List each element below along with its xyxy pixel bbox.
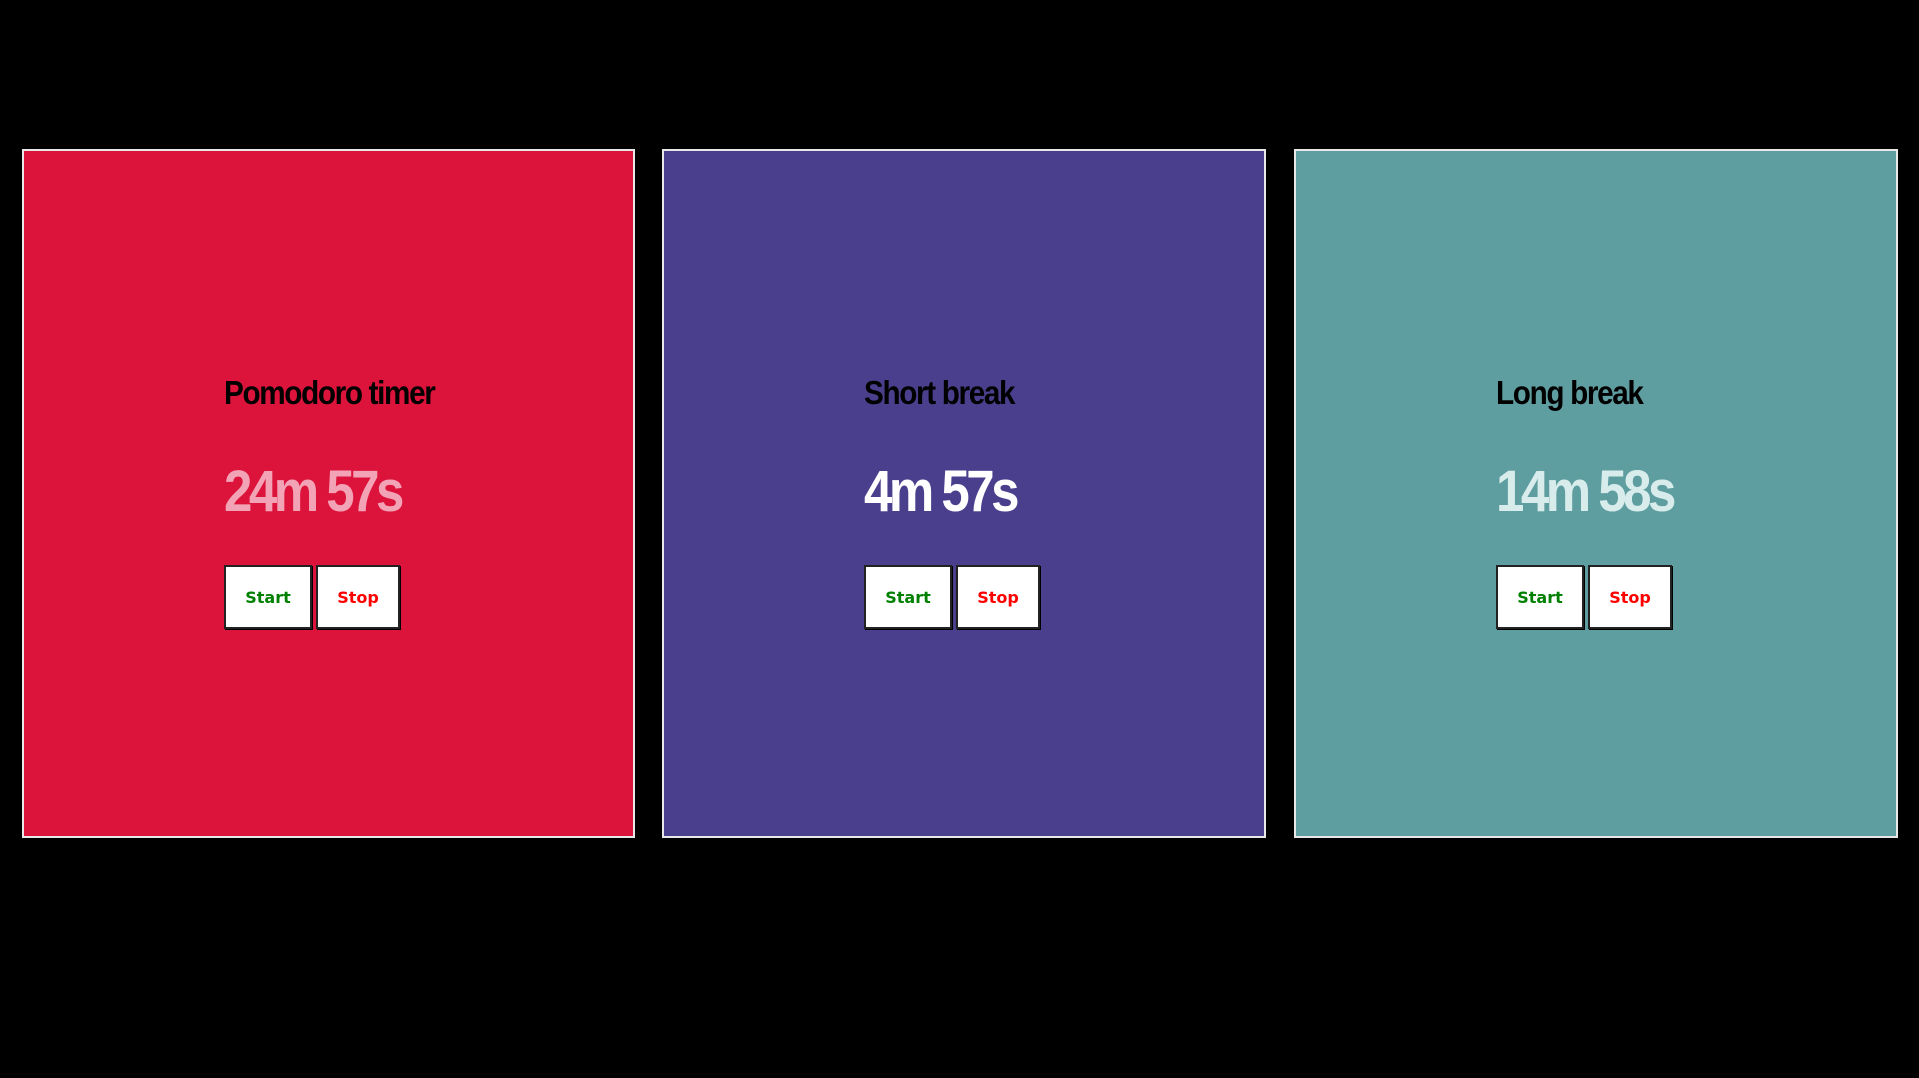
countdown-display: 14m 58s bbox=[1496, 459, 1676, 524]
start-button[interactable]: Start bbox=[224, 565, 312, 629]
panel-content: Pomodoro timer 24m 57s Start Stop bbox=[224, 373, 458, 629]
panel-title: Long break bbox=[1496, 374, 1644, 411]
panel-title: Pomodoro timer bbox=[224, 374, 436, 411]
countdown-display: 4m 57s bbox=[864, 459, 1020, 524]
stop-button[interactable]: Stop bbox=[1588, 565, 1672, 629]
button-row: Start Stop bbox=[224, 565, 458, 629]
countdown-display: 24m 57s bbox=[224, 459, 404, 524]
long-break-panel: Long break 14m 58s Start Stop bbox=[1294, 149, 1898, 838]
start-button[interactable]: Start bbox=[864, 565, 952, 629]
stop-button[interactable]: Stop bbox=[956, 565, 1040, 629]
pomodoro-timer-panel: Pomodoro timer 24m 57s Start Stop bbox=[22, 149, 635, 838]
start-button[interactable]: Start bbox=[1496, 565, 1584, 629]
stop-button[interactable]: Stop bbox=[316, 565, 400, 629]
panel-content: Short break 4m 57s Start Stop bbox=[864, 373, 1040, 629]
panel-content: Long break 14m 58s Start Stop bbox=[1496, 373, 1697, 629]
panel-title: Short break bbox=[864, 374, 1016, 411]
timer-board: Pomodoro timer 24m 57s Start Stop Short … bbox=[0, 0, 1919, 1078]
button-row: Start Stop bbox=[864, 565, 1040, 629]
short-break-panel: Short break 4m 57s Start Stop bbox=[662, 149, 1266, 838]
button-row: Start Stop bbox=[1496, 565, 1697, 629]
